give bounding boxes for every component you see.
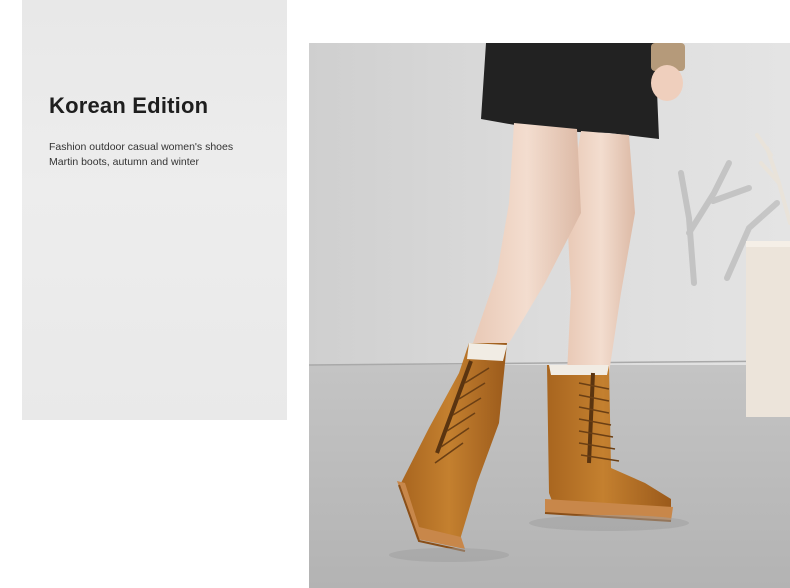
display-plinth [746, 241, 790, 417]
promo-title: Korean Edition [49, 93, 209, 118]
product-photo [309, 43, 790, 588]
promo-text-card: Korean Edition Fashion outdoor casual wo… [22, 0, 287, 420]
hand [651, 65, 683, 101]
promo-subtitle-line-2: Martin boots, autumn and winter [49, 156, 199, 168]
promo-subtitle-line-1: Fashion outdoor casual women's shoes [49, 141, 234, 153]
boots-illustration [309, 43, 790, 588]
